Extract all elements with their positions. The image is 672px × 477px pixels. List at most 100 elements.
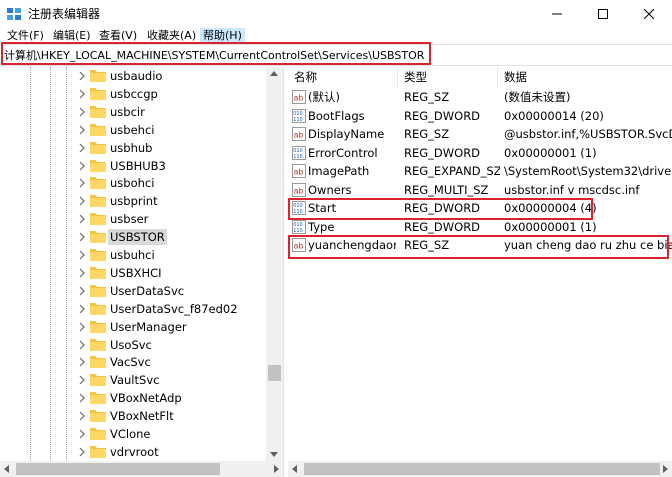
- value-type: REG_EXPAND_SZ: [404, 164, 500, 178]
- chevron-right-icon[interactable]: [78, 447, 86, 457]
- chevron-right-icon[interactable]: [78, 340, 86, 350]
- tree-item[interactable]: VacSvc: [0, 353, 266, 371]
- scroll-thumb[interactable]: [304, 463, 660, 475]
- chevron-right-icon[interactable]: [78, 411, 86, 421]
- chevron-right-icon[interactable]: [78, 375, 86, 385]
- table-row[interactable]: 010 110 Type REG_DWORD 0x00000001 (1): [288, 218, 672, 236]
- close-button[interactable]: [626, 0, 672, 28]
- list-horizontal-scrollbar[interactable]: [288, 461, 672, 477]
- chevron-right-icon[interactable]: [78, 268, 86, 278]
- scroll-thumb[interactable]: [16, 463, 220, 475]
- table-row[interactable]: ab DisplayName REG_SZ @usbstor.inf,%USBSTOR…: [288, 125, 672, 143]
- tree-item[interactable]: USBXHCI: [0, 264, 266, 282]
- value-type: REG_SZ: [404, 90, 450, 104]
- tree-item[interactable]: usbohci: [0, 174, 266, 192]
- scroll-right-icon[interactable]: [663, 465, 668, 473]
- tree-item[interactable]: VaultSvc: [0, 371, 266, 389]
- scroll-left-icon[interactable]: [4, 465, 9, 473]
- scroll-right-icon[interactable]: [274, 465, 279, 473]
- tree-item[interactable]: USBSTOR: [0, 228, 266, 246]
- value-type: REG_DWORD: [404, 145, 481, 160]
- tree-item[interactable]: VBoxNetFlt: [0, 407, 266, 425]
- folder-icon: [90, 231, 106, 244]
- chevron-right-icon[interactable]: [78, 196, 86, 206]
- tree-item[interactable]: USBHUB3: [0, 157, 266, 175]
- chevron-right-icon[interactable]: [78, 71, 86, 81]
- chevron-right-icon[interactable]: [78, 107, 86, 117]
- close-icon: [644, 9, 654, 19]
- value-name: ErrorControl: [308, 145, 378, 160]
- tree-item-label: USBSTOR: [108, 229, 167, 246]
- table-row[interactable]: 010 110 ErrorControl REG_DWORD 0x00000001 (1…: [288, 144, 672, 162]
- tree-item[interactable]: VBoxNetAdp: [0, 389, 266, 407]
- chevron-right-icon[interactable]: [78, 304, 86, 314]
- chevron-right-icon[interactable]: [78, 357, 86, 367]
- folder-icon: [90, 374, 106, 387]
- folder-icon: [90, 266, 106, 279]
- scroll-down-icon[interactable]: [270, 452, 278, 457]
- svg-text:110: 110: [293, 154, 303, 160]
- tree-item-label: vdrvroot: [110, 444, 159, 459]
- tree-horizontal-scrollbar[interactable]: [0, 461, 283, 477]
- svg-text:110: 110: [293, 228, 303, 234]
- tree-item-label: usbhub: [110, 140, 153, 155]
- chevron-right-icon[interactable]: [78, 250, 86, 260]
- table-row[interactable]: ab (默认) REG_SZ (数值未设置): [288, 88, 672, 106]
- tree-item-label: usbehci: [110, 122, 155, 137]
- tree-item[interactable]: usbehci: [0, 121, 266, 139]
- folder-icon: [90, 445, 106, 458]
- maximize-button[interactable]: [580, 0, 626, 28]
- scroll-up-icon[interactable]: [270, 71, 278, 76]
- folder-icon: [90, 123, 106, 136]
- column-type-header[interactable]: 类型: [398, 67, 498, 87]
- tree-item[interactable]: usbhub: [0, 139, 266, 157]
- tree-vertical-scrollbar[interactable]: [266, 67, 283, 461]
- chevron-right-icon[interactable]: [78, 393, 86, 403]
- tree-item-label: USBXHCI: [110, 265, 162, 280]
- value-data: (数值未设置): [504, 90, 571, 104]
- column-name-header[interactable]: 名称: [288, 67, 398, 87]
- minimize-button[interactable]: [534, 0, 580, 28]
- tree-item[interactable]: usbprint: [0, 192, 266, 210]
- svg-text:ab: ab: [294, 186, 304, 195]
- scroll-left-icon[interactable]: [292, 465, 297, 473]
- tree-item[interactable]: UserDataSvc_f87ed02: [0, 300, 266, 318]
- tree-item[interactable]: usbuhci: [0, 246, 266, 264]
- tree-item-label: usbser: [110, 212, 149, 227]
- values-list: 名称 类型 数据 ab (默认) REG_SZ (数值未设置) 010 110 BootFl…: [288, 67, 672, 461]
- tree-item[interactable]: UsoSvc: [0, 336, 266, 354]
- tree-item[interactable]: usbcir: [0, 103, 266, 121]
- minimize-icon: [552, 13, 562, 15]
- chevron-right-icon[interactable]: [78, 125, 86, 135]
- tree-item[interactable]: vdrvroot: [0, 443, 266, 461]
- svg-text:ab: ab: [294, 131, 304, 140]
- string-value-icon: ab: [292, 90, 306, 104]
- tree-item[interactable]: UserManager: [0, 318, 266, 336]
- chevron-right-icon[interactable]: [78, 143, 86, 153]
- table-row[interactable]: ab Owners REG_MULTI_SZ usbstor.inf v mscdsc…: [288, 181, 672, 199]
- svg-text:110: 110: [293, 117, 303, 123]
- chevron-right-icon[interactable]: [78, 286, 86, 296]
- column-data-header[interactable]: 数据: [498, 67, 672, 87]
- tree-item-label: usbohci: [110, 176, 155, 191]
- tree-item[interactable]: usbaudio: [0, 67, 266, 85]
- chevron-right-icon[interactable]: [78, 232, 86, 242]
- tree-item[interactable]: usbser: [0, 210, 266, 228]
- tree-item[interactable]: VClone: [0, 425, 266, 443]
- chevron-right-icon[interactable]: [78, 429, 86, 439]
- table-row[interactable]: ab ImagePath REG_EXPAND_SZ \SystemRoot\Syst…: [288, 162, 672, 180]
- chevron-right-icon[interactable]: [78, 214, 86, 224]
- table-row[interactable]: 010 110 BootFlags REG_DWORD 0x00000014 (20): [288, 107, 672, 125]
- chevron-right-icon[interactable]: [78, 89, 86, 99]
- scroll-thumb[interactable]: [268, 365, 281, 381]
- maximize-icon: [598, 9, 608, 19]
- chevron-right-icon[interactable]: [78, 161, 86, 171]
- chevron-right-icon[interactable]: [78, 178, 86, 188]
- registry-editor-icon: [7, 8, 21, 20]
- chevron-right-icon[interactable]: [78, 322, 86, 332]
- tree-item[interactable]: usbccgp: [0, 85, 266, 103]
- address-highlight-box: [1, 42, 431, 65]
- tree-item-label: USBHUB3: [110, 158, 166, 173]
- tree-item-label: VBoxNetFlt: [110, 409, 174, 424]
- tree-item[interactable]: UserDataSvc: [0, 282, 266, 300]
